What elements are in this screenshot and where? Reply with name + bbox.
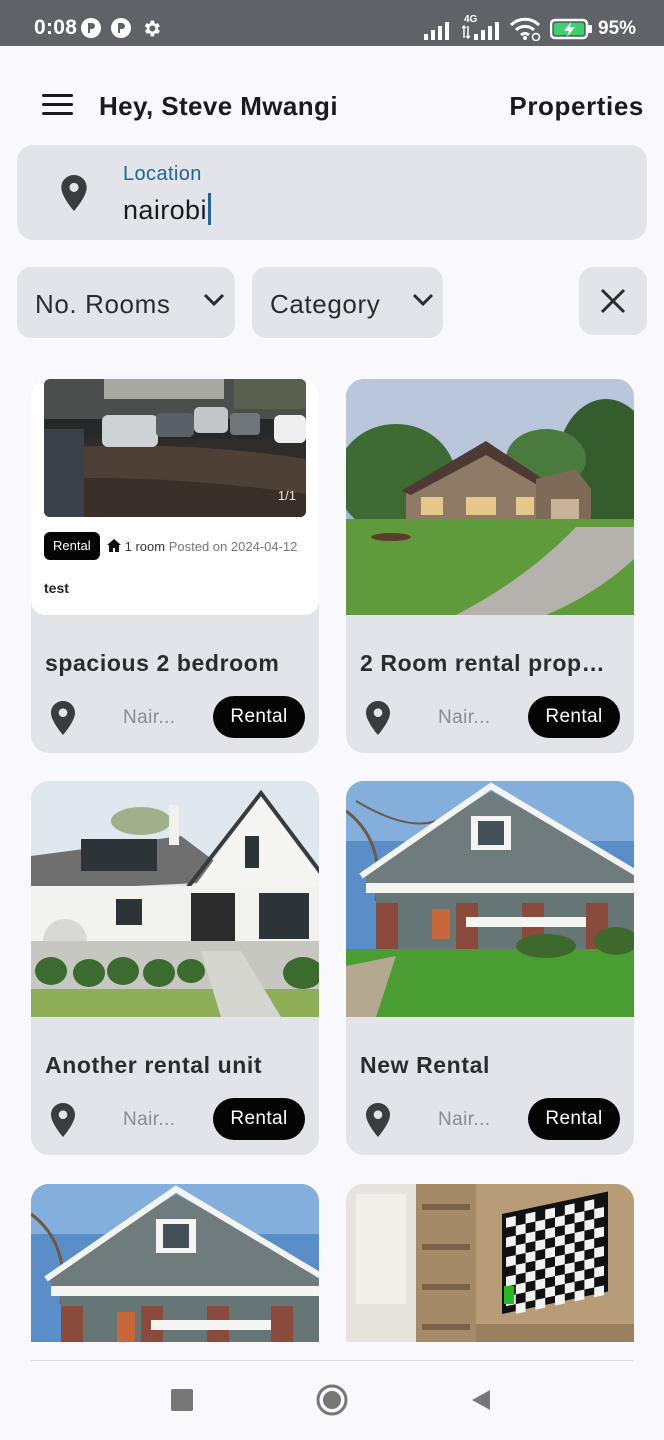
category-dropdown-label: Category	[270, 289, 381, 319]
notification-p-icon	[81, 18, 101, 38]
location-field-label: Location	[123, 163, 202, 185]
battery-charging-icon	[550, 18, 592, 40]
craftsman-house-photo	[31, 1184, 319, 1342]
location-pin-icon	[51, 701, 75, 735]
listing-photo	[31, 781, 319, 1017]
listing-tag-chip[interactable]: Rental	[528, 1098, 620, 1140]
text-cursor	[207, 193, 211, 225]
listing-title: New Rental	[360, 1052, 490, 1078]
location-pin-icon	[366, 1103, 390, 1137]
listing-photo	[346, 379, 634, 615]
location-input-value[interactable]: nairobi	[123, 193, 211, 226]
listing-location: Nair...	[438, 1109, 491, 1130]
square-recents-icon[interactable]	[171, 1389, 193, 1411]
system-nav-bar	[0, 1361, 664, 1440]
listing-title: spacious 2 bedroom	[45, 650, 280, 676]
parking-lot-photo	[44, 379, 306, 517]
status-bar: 0:08 4G 95%	[0, 0, 664, 46]
screen: 0:08 4G 95% Hey, Steve Mwangi Properties…	[0, 0, 664, 1440]
circle-home-icon[interactable]	[316, 1384, 348, 1416]
preview-posted-date: Posted on 2024-04-12	[168, 539, 298, 554]
status-time: 0:08	[34, 16, 78, 39]
craftsman-house-photo	[346, 781, 634, 1017]
listing-tag-chip[interactable]: Rental	[213, 696, 305, 738]
listing-photo	[346, 781, 634, 1017]
listing-photo: 1/1	[44, 379, 306, 517]
listing-card[interactable]	[31, 1184, 319, 1342]
listing-card[interactable]: Another rental unit Nair... Rental	[31, 781, 319, 1155]
listing-card[interactable]: 1/1 Rental 1 room Posted on 2024-04-12 t…	[31, 379, 319, 753]
listing-card[interactable]: New Rental Nair... Rental	[346, 781, 634, 1155]
listing-tag-chip[interactable]: Rental	[213, 1098, 305, 1140]
battery-percent: 95%	[598, 18, 637, 39]
listing-location: Nair...	[123, 707, 176, 728]
page-title: Properties	[509, 91, 644, 121]
location-pin-icon	[366, 701, 390, 735]
house-photo	[346, 379, 634, 615]
greeting-text: Hey, Steve Mwangi	[99, 91, 338, 121]
listing-title: 2 Room rental prop…	[360, 650, 606, 676]
listing-photo	[346, 1184, 634, 1342]
gear-icon	[144, 20, 160, 37]
triangle-back-icon[interactable]	[470, 1388, 492, 1412]
listing-title: Another rental unit	[45, 1052, 263, 1078]
listing-preview: 1/1 Rental 1 room Posted on 2024-04-12 t…	[31, 379, 319, 615]
clear-filters-button[interactable]	[579, 267, 647, 335]
listing-location: Nair...	[123, 1109, 176, 1130]
rooms-dropdown-label: No. Rooms	[35, 289, 171, 319]
location-pin-icon	[61, 175, 87, 211]
signal-4g-icon: 4G	[462, 14, 504, 40]
preview-meta: 1 room Posted on 2024-04-12	[107, 539, 297, 554]
location-search-field[interactable]: Location nairobi	[17, 145, 647, 240]
image-counter: 1/1	[277, 488, 296, 503]
chevron-down-icon	[203, 293, 225, 307]
listing-card[interactable]: 2 Room rental prop… Nair... Rental	[346, 379, 634, 753]
preview-description: test	[44, 580, 69, 596]
notification-p-icon	[111, 18, 131, 38]
home-icon	[107, 539, 121, 552]
preview-tag-chip: Rental	[44, 532, 100, 560]
location-pin-icon	[51, 1103, 75, 1137]
listing-tag-chip[interactable]: Rental	[528, 696, 620, 738]
hamburger-menu-icon[interactable]	[30, 86, 82, 126]
location-input-text: nairobi	[123, 195, 207, 225]
category-dropdown[interactable]: Category	[252, 267, 443, 338]
wifi-icon	[509, 17, 541, 41]
preview-rooms: 1 room	[124, 539, 166, 554]
signal-icon	[424, 22, 449, 40]
close-icon	[600, 288, 626, 314]
listing-card[interactable]	[346, 1184, 634, 1342]
app-bar: Hey, Steve Mwangi Properties	[0, 46, 664, 142]
interior-tv-photo	[346, 1184, 634, 1342]
white-house-photo	[31, 781, 319, 1017]
rooms-dropdown[interactable]: No. Rooms	[17, 267, 235, 338]
listing-photo	[31, 1184, 319, 1342]
chevron-down-icon	[412, 293, 434, 307]
listing-location: Nair...	[438, 707, 491, 728]
